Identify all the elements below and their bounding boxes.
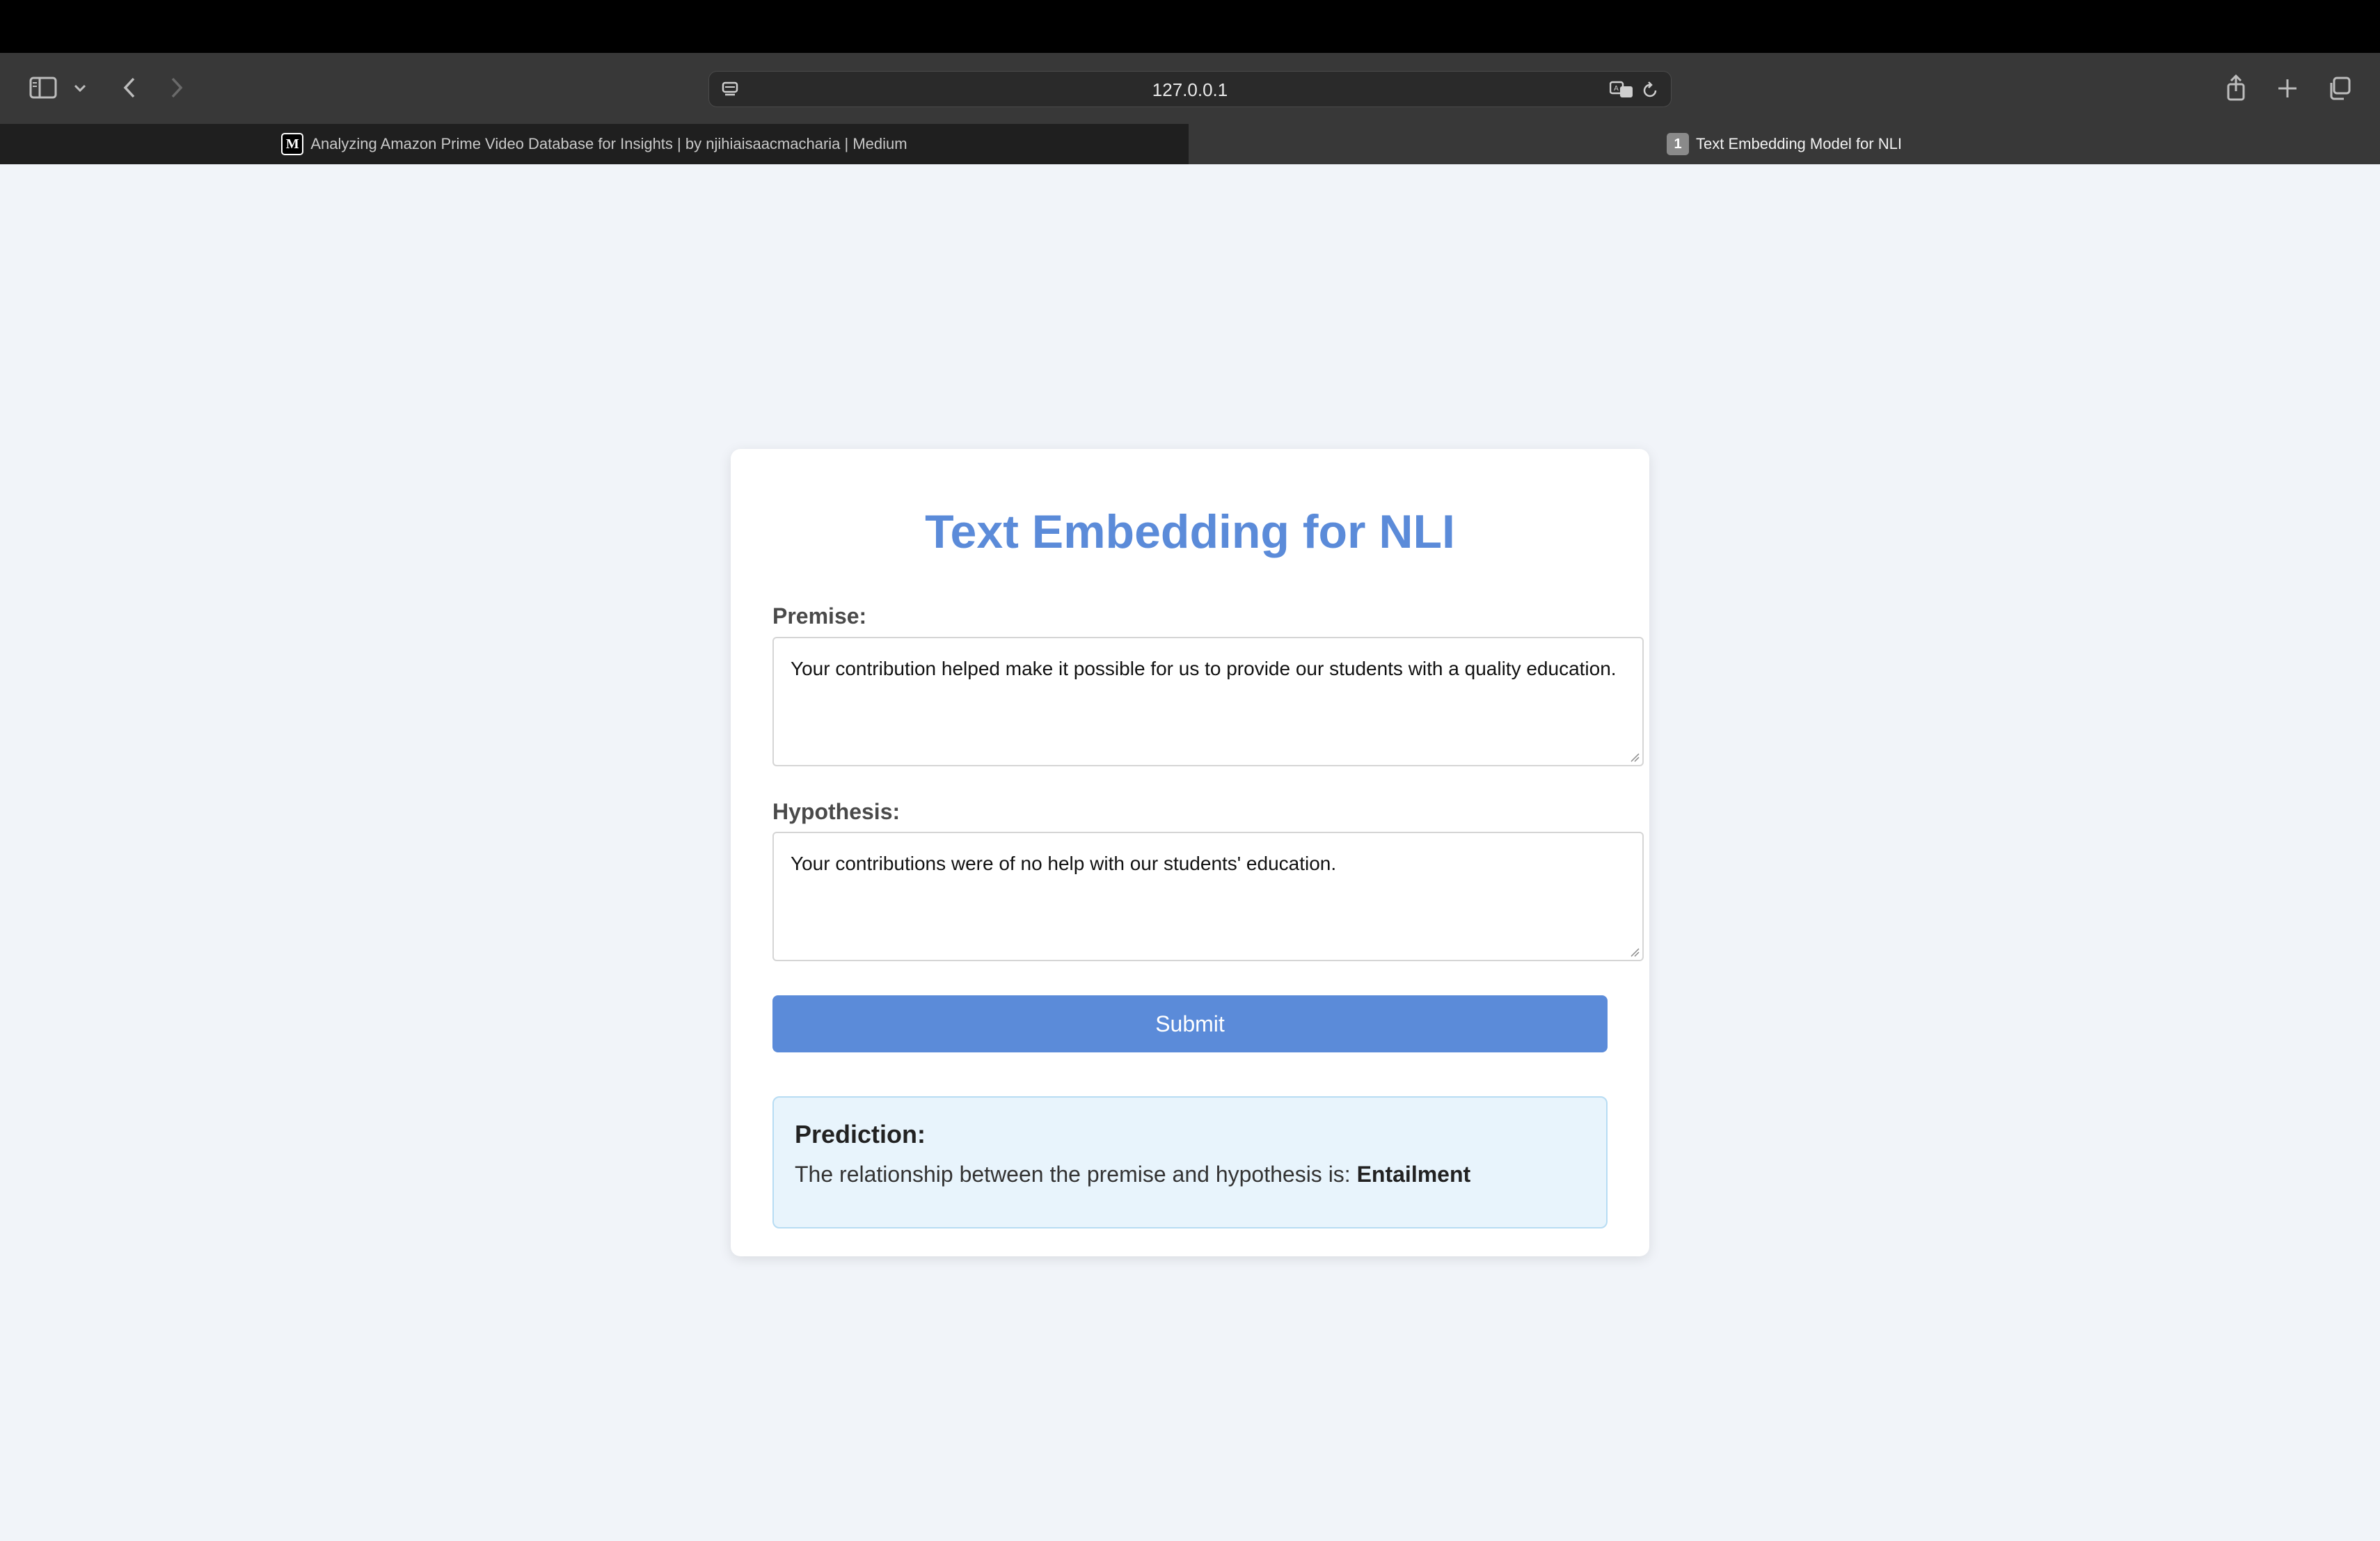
hypothesis-text: Your contributions were of no help with … <box>791 853 1337 874</box>
premise-label: Premise: <box>772 603 867 629</box>
tab-overview-icon[interactable] <box>2323 72 2355 104</box>
share-icon[interactable] <box>2220 71 2252 104</box>
address-bar[interactable]: 127.0.0.1 A <box>708 71 1672 107</box>
nli-form-card: Text Embedding for NLI Premise: Your con… <box>731 449 1649 1256</box>
premise-input[interactable]: Your contribution helped make it possibl… <box>772 637 1644 766</box>
hypothesis-label: Hypothesis: <box>772 799 901 824</box>
prediction-text: The relationship between the premise and… <box>795 1162 1470 1187</box>
premise-text: Your contribution helped make it possibl… <box>791 658 1617 679</box>
prediction-prefix: The relationship between the premise and… <box>795 1162 1357 1187</box>
tab-medium-article[interactable]: M Analyzing Amazon Prime Video Database … <box>0 124 1189 164</box>
translate-icon[interactable]: A <box>1608 77 1636 102</box>
page-title: Text Embedding for NLI <box>925 505 1455 558</box>
browser-toolbar: 127.0.0.1 A <box>0 53 2380 124</box>
tab-bar: M Analyzing Amazon Prime Video Database … <box>0 124 2380 164</box>
tab-label: Text Embedding Model for NLI <box>1696 135 1902 152</box>
submit-button[interactable]: Submit <box>772 995 1608 1052</box>
hypothesis-input[interactable]: Your contributions were of no help with … <box>772 832 1644 961</box>
resize-handle-icon[interactable] <box>1630 752 1640 762</box>
tab-text-embedding-model[interactable]: 1 Text Embedding Model for NLI <box>1189 124 2380 164</box>
medium-logo-icon: M <box>281 133 304 155</box>
forward-icon[interactable] <box>164 74 189 102</box>
sidebar-icon[interactable] <box>28 74 58 102</box>
url-text[interactable]: 127.0.0.1 <box>709 72 1671 108</box>
resize-handle-icon[interactable] <box>1630 947 1640 957</box>
reload-icon[interactable] <box>1637 77 1663 102</box>
prediction-title: Prediction: <box>795 1120 926 1148</box>
tab-label: Analyzing Amazon Prime Video Database fo… <box>310 135 907 152</box>
new-tab-icon[interactable] <box>2271 72 2303 104</box>
chevron-down-icon[interactable] <box>70 78 90 99</box>
prediction-box: Prediction: The relationship between the… <box>772 1096 1608 1228</box>
tab-number-icon: 1 <box>1667 133 1690 155</box>
menu-bar <box>0 0 2380 53</box>
svg-text:A: A <box>1614 85 1619 93</box>
prediction-value: Entailment <box>1356 1162 1471 1187</box>
back-icon[interactable] <box>117 74 142 102</box>
